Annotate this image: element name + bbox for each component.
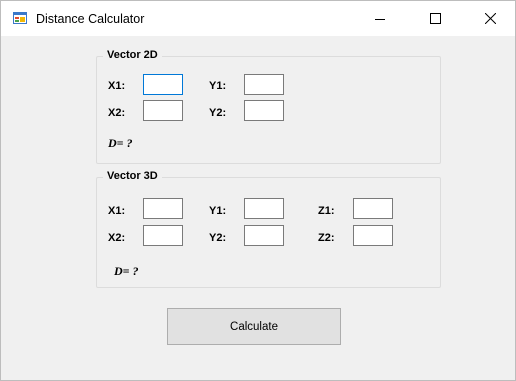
maximize-icon	[429, 13, 441, 24]
app-window: Distance Calculator Vector 2D X1: Y1: X2…	[0, 0, 516, 381]
close-button[interactable]	[467, 1, 513, 36]
y2-input-2d[interactable]	[244, 100, 284, 121]
close-icon	[484, 13, 496, 24]
vector-3d-legend: Vector 3D	[103, 170, 162, 182]
minimize-icon	[375, 18, 385, 20]
vector-3d-group: Vector 3D X1: Y1: Z1: X2: Y2: Z2: D= ?	[96, 170, 441, 288]
vector-2d-legend: Vector 2D	[103, 49, 162, 61]
y1-input-3d[interactable]	[244, 198, 284, 219]
x2-input-2d[interactable]	[143, 100, 183, 121]
minimize-button[interactable]	[357, 1, 403, 36]
x2-input-3d[interactable]	[143, 225, 183, 246]
x1-label-2d: X1:	[108, 80, 126, 92]
y1-input-2d[interactable]	[244, 74, 284, 95]
maximize-button[interactable]	[412, 1, 458, 36]
distance-result-3d: D= ?	[114, 264, 139, 278]
y2-label-3d: Y2:	[209, 232, 227, 244]
vector-2d-group: Vector 2D X1: Y1: X2: Y2: D= ?	[96, 49, 441, 164]
window-app-icon	[13, 12, 27, 24]
x2-label-2d: X2:	[108, 107, 126, 119]
z2-label-3d: Z2:	[318, 232, 335, 244]
x1-input-2d[interactable]	[143, 74, 183, 95]
y1-label-3d: Y1:	[209, 205, 227, 217]
z2-input-3d[interactable]	[353, 225, 393, 246]
x2-label-3d: X2:	[108, 232, 126, 244]
calculate-button[interactable]: Calculate	[167, 308, 341, 345]
x1-label-3d: X1:	[108, 205, 126, 217]
window-title: Distance Calculator	[36, 12, 145, 26]
y2-input-3d[interactable]	[244, 225, 284, 246]
z1-input-3d[interactable]	[353, 198, 393, 219]
distance-result-2d: D= ?	[108, 136, 133, 150]
x1-input-3d[interactable]	[143, 198, 183, 219]
y2-label-2d: Y2:	[209, 107, 227, 119]
z1-label-3d: Z1:	[318, 205, 335, 217]
title-bar[interactable]: Distance Calculator	[1, 1, 515, 36]
y1-label-2d: Y1:	[209, 80, 227, 92]
